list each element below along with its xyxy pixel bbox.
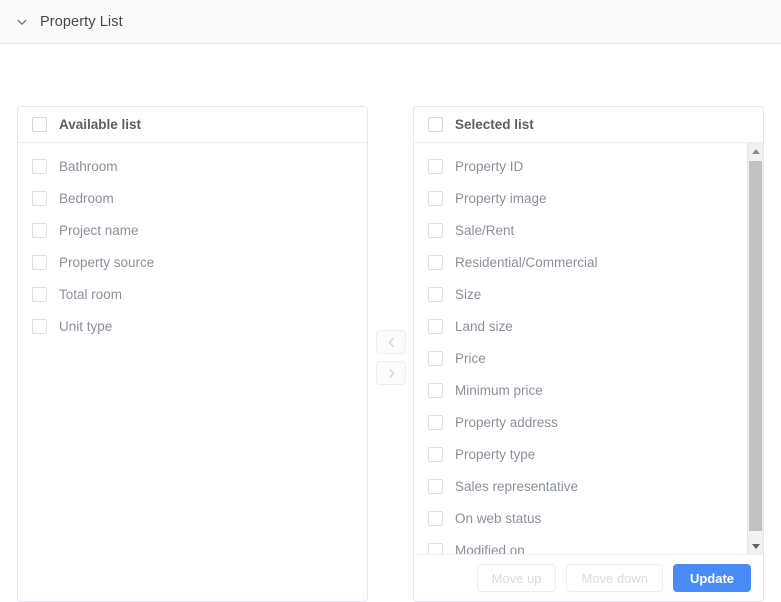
list-item-label: Minimum price — [455, 383, 543, 398]
list-item-label: Unit type — [59, 319, 112, 334]
list-item-checkbox[interactable] — [428, 159, 443, 174]
scroll-down-arrow-icon[interactable] — [748, 538, 763, 554]
list-item-checkbox[interactable] — [428, 191, 443, 206]
list-item-checkbox[interactable] — [428, 223, 443, 238]
list-item[interactable]: Sales representative — [414, 470, 745, 502]
selected-list-panel: Selected list Property ID Property image… — [413, 106, 764, 602]
list-item[interactable]: Minimum price — [414, 374, 745, 406]
selected-list-footer: Move up Move down Update — [414, 554, 763, 601]
list-item[interactable]: Property ID — [414, 150, 745, 182]
scroll-up-arrow-icon[interactable] — [748, 143, 763, 159]
list-item-checkbox[interactable] — [32, 255, 47, 270]
selected-list-header[interactable]: Selected list — [414, 107, 763, 143]
list-item-checkbox[interactable] — [428, 511, 443, 526]
list-item-label: Bathroom — [59, 159, 118, 174]
list-item[interactable]: Bathroom — [18, 150, 367, 182]
list-item-label: Sale/Rent — [455, 223, 514, 238]
list-item-label: Land size — [455, 319, 513, 334]
transfer-button-group — [376, 330, 406, 385]
list-item[interactable]: Price — [414, 342, 745, 374]
list-item-label: Property address — [455, 415, 558, 430]
list-item-checkbox[interactable] — [428, 447, 443, 462]
list-item-checkbox[interactable] — [32, 159, 47, 174]
list-item[interactable]: Sale/Rent — [414, 214, 745, 246]
page-title: Property List — [40, 14, 123, 30]
list-item[interactable]: Residential/Commercial — [414, 246, 745, 278]
available-list-title: Available list — [59, 117, 141, 132]
list-item-checkbox[interactable] — [428, 287, 443, 302]
selected-list-scrollbar[interactable] — [747, 143, 763, 554]
list-item-label: Residential/Commercial — [455, 255, 598, 270]
chevron-right-icon[interactable] — [376, 361, 406, 385]
list-item-label: Sales representative — [455, 479, 578, 494]
list-item-label: Property image — [455, 191, 547, 206]
list-item[interactable]: Project name — [18, 214, 367, 246]
list-item-checkbox[interactable] — [32, 223, 47, 238]
list-item[interactable]: Property address — [414, 406, 745, 438]
available-list-header[interactable]: Available list — [18, 107, 367, 143]
list-item-checkbox[interactable] — [32, 287, 47, 302]
selected-list-select-all-checkbox[interactable] — [428, 117, 443, 132]
property-list-section-header[interactable]: Property List — [0, 0, 781, 44]
list-item-checkbox[interactable] — [32, 191, 47, 206]
list-item[interactable]: Modified on — [414, 534, 745, 554]
list-item-checkbox[interactable] — [32, 319, 47, 334]
selected-list-title: Selected list — [455, 117, 534, 132]
scrollbar-thumb[interactable] — [749, 161, 762, 531]
list-item[interactable]: Size — [414, 278, 745, 310]
list-item-label: Price — [455, 351, 486, 366]
available-list-panel: Available list Bathroom Bedroom Project … — [17, 106, 368, 602]
list-item-label: Modified on — [455, 543, 525, 555]
transfer-widget: Available list Bathroom Bedroom Project … — [0, 44, 781, 565]
list-item-label: Project name — [59, 223, 139, 238]
list-item[interactable]: On web status — [414, 502, 745, 534]
list-item-label: Size — [455, 287, 481, 302]
list-item-label: Total room — [59, 287, 122, 302]
available-list-body: Bathroom Bedroom Project name Property s… — [18, 143, 367, 601]
chevron-left-icon[interactable] — [376, 330, 406, 354]
chevron-down-icon[interactable] — [14, 14, 30, 30]
list-item[interactable]: Unit type — [18, 310, 367, 342]
list-item-label: Bedroom — [59, 191, 114, 206]
list-item-checkbox[interactable] — [428, 415, 443, 430]
list-item-label: Property type — [455, 447, 535, 462]
list-item-label: On web status — [455, 511, 541, 526]
available-list-select-all-checkbox[interactable] — [32, 117, 47, 132]
list-item[interactable]: Property type — [414, 438, 745, 470]
list-item[interactable]: Total room — [18, 278, 367, 310]
move-up-button[interactable]: Move up — [477, 564, 557, 592]
update-button[interactable]: Update — [673, 564, 751, 592]
list-item[interactable]: Property image — [414, 182, 745, 214]
list-item-label: Property source — [59, 255, 154, 270]
list-item-checkbox[interactable] — [428, 479, 443, 494]
selected-list-body: Property ID Property image Sale/Rent Res… — [414, 143, 763, 554]
list-item-checkbox[interactable] — [428, 255, 443, 270]
move-down-button[interactable]: Move down — [566, 564, 662, 592]
list-item-checkbox[interactable] — [428, 351, 443, 366]
list-item[interactable]: Property source — [18, 246, 367, 278]
list-item-checkbox[interactable] — [428, 319, 443, 334]
list-item-checkbox[interactable] — [428, 543, 443, 555]
list-item-checkbox[interactable] — [428, 383, 443, 398]
list-item[interactable]: Bedroom — [18, 182, 367, 214]
list-item-label: Property ID — [455, 159, 523, 174]
list-item[interactable]: Land size — [414, 310, 745, 342]
